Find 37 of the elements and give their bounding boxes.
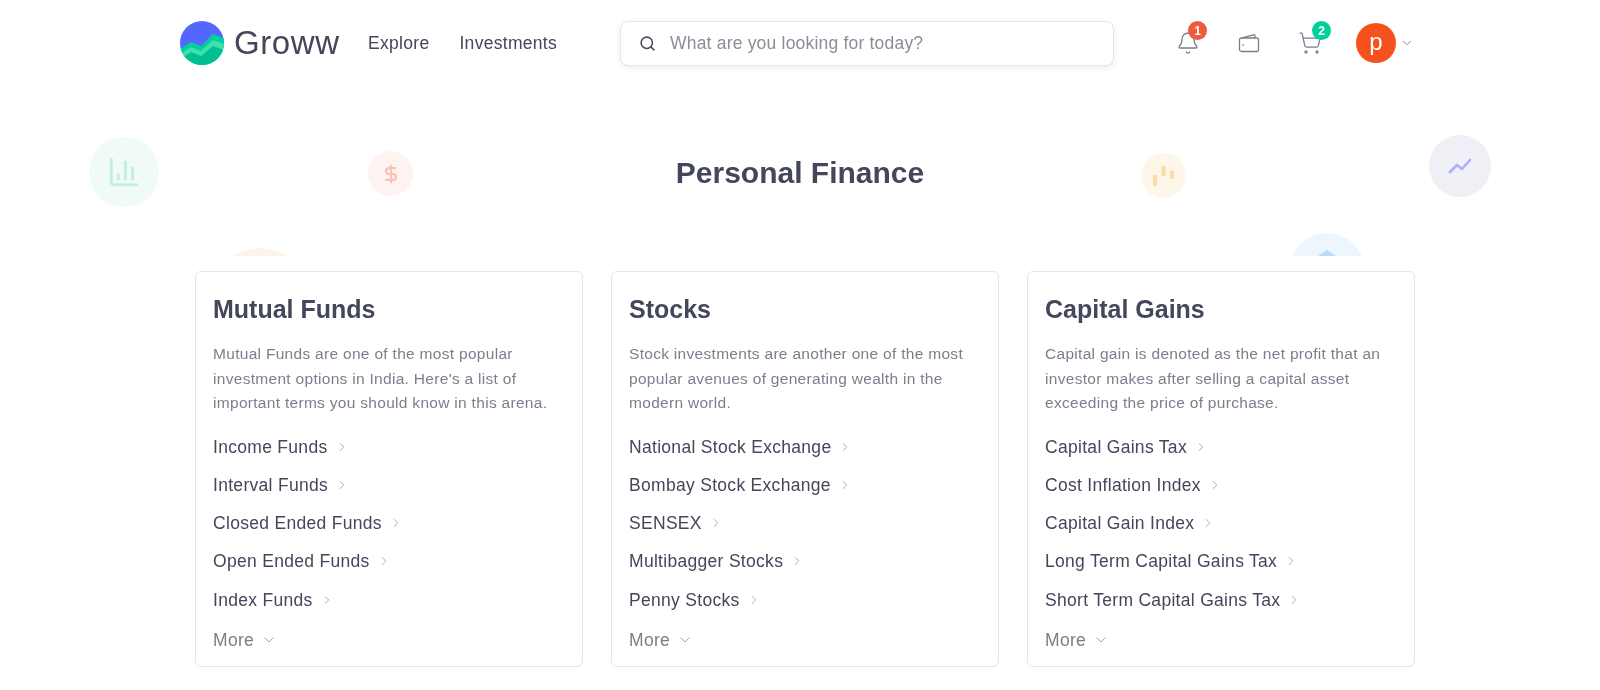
- search-icon: [639, 34, 656, 52]
- topic-link[interactable]: Capital Gain Index: [1045, 511, 1216, 536]
- topic-link[interactable]: Income Funds: [213, 434, 349, 459]
- more-button[interactable]: More: [1045, 627, 1110, 652]
- topic-link[interactable]: National Stock Exchange: [629, 434, 853, 459]
- topic-link[interactable]: Short Term Capital Gains Tax: [1045, 587, 1302, 612]
- topic-link[interactable]: Cost Inflation Index: [1045, 472, 1222, 497]
- topic-link[interactable]: Open Ended Funds: [213, 549, 391, 574]
- page-title: Personal Finance: [675, 155, 925, 191]
- wallet-icon[interactable]: [1237, 31, 1261, 55]
- card-description: Mutual Funds are one of the most popular investment options in India. Here's a list of important terms you should know in this arena.: [213, 344, 549, 413]
- topic-link[interactable]: Capital Gains Tax: [1045, 434, 1208, 459]
- topic-link[interactable]: Penny Stocks: [629, 587, 761, 612]
- notification-count: 1: [1188, 21, 1207, 40]
- nav-link[interactable]: Investments: [459, 29, 558, 57]
- card-description: Capital gain is denoted as the net profit that an investor makes after selling a capital asset exceeding the price of purchase.: [1045, 344, 1382, 413]
- topic-link[interactable]: Interval Funds: [213, 472, 350, 497]
- topic-link[interactable]: Long Term Capital Gains Tax: [1045, 549, 1299, 574]
- topic-link[interactable]: Multibagger Stocks: [629, 549, 805, 574]
- more-button[interactable]: More: [629, 627, 694, 652]
- nav-link[interactable]: Explore: [368, 29, 430, 57]
- search-input[interactable]: What are you looking for today?: [670, 29, 1101, 57]
- dollar-icon: [368, 151, 413, 196]
- card-title: Mutual Funds: [213, 294, 376, 325]
- topic-link[interactable]: SENSEX: [629, 511, 723, 536]
- topic-link[interactable]: Closed Ended Funds: [213, 511, 403, 536]
- card-title: Capital Gains: [1045, 294, 1205, 325]
- logo-icon[interactable]: [180, 21, 224, 65]
- topic-link[interactable]: Bombay Stock Exchange: [629, 472, 852, 497]
- candlestick-icon: [1141, 153, 1186, 198]
- card-title: Stocks: [629, 294, 711, 325]
- logo-text: Groww: [234, 23, 340, 63]
- card-description: Stock investments are another one of the most popular avenues of generating wealth in the modern world.: [629, 344, 964, 413]
- search-field[interactable]: What are you looking for today?: [620, 20, 1114, 66]
- more-button[interactable]: More: [213, 627, 278, 652]
- cart-count: 2: [1312, 21, 1331, 40]
- topic-link[interactable]: Index Funds: [213, 587, 334, 612]
